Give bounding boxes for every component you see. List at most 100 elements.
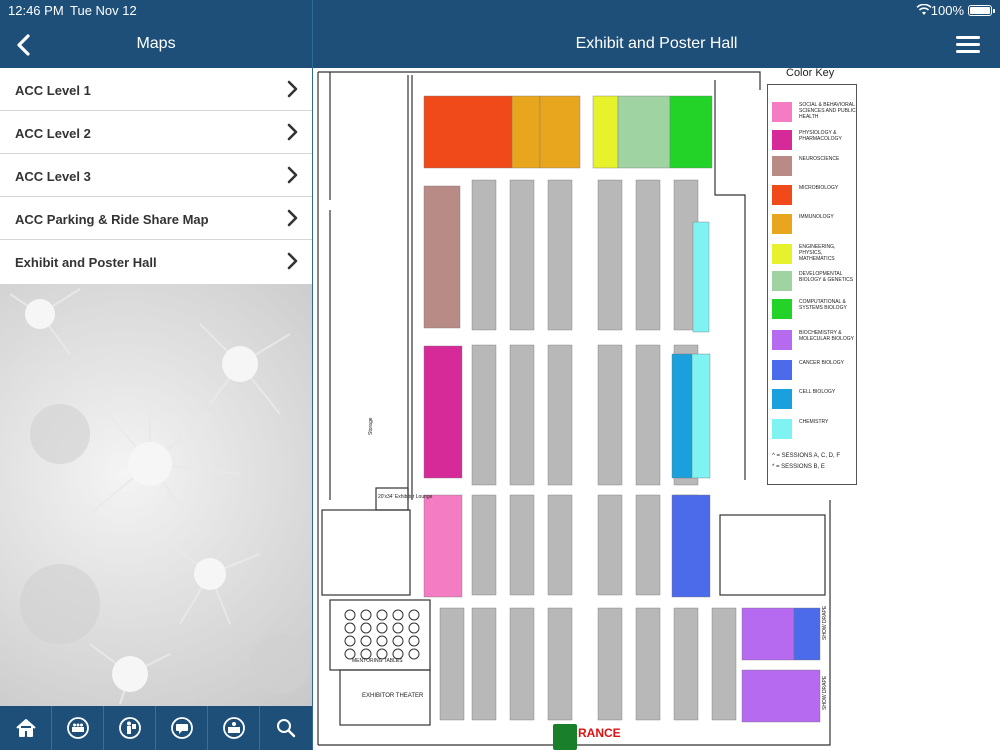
poster-block xyxy=(691,353,711,479)
legend-label: CHEMISTRY xyxy=(799,419,829,425)
legend-label: NEUROSCIENCE xyxy=(799,156,840,162)
legend-note: ^ = SESSIONS A, C, D, F xyxy=(772,453,841,459)
map-list: ACC Level 1 ACC Level 2 ACC Level 3 ACC … xyxy=(0,68,312,283)
map-item-acc-level-1[interactable]: ACC Level 1 xyxy=(0,68,312,111)
status-bar: 12:46 PM Tue Nov 12 100% xyxy=(0,0,1000,22)
floor-plan-map[interactable]: MENTORING TABLES EXHIBITOR THEATER 20'x3… xyxy=(313,68,1000,750)
booth-block xyxy=(547,607,573,721)
mentoring-table xyxy=(392,622,404,634)
search-button[interactable] xyxy=(260,706,312,750)
cell-background-image xyxy=(0,284,312,706)
mentoring-tables xyxy=(344,609,420,660)
booth-block xyxy=(439,607,465,721)
poster-block xyxy=(511,95,541,169)
exhibitor-theater-label: EXHIBITOR THEATER xyxy=(362,693,424,699)
bottom-toolbar xyxy=(0,706,312,750)
poster-block xyxy=(669,95,713,169)
poster-block xyxy=(539,95,581,169)
wifi-icon xyxy=(916,4,932,15)
poster-block xyxy=(423,345,463,479)
maps-title: Maps xyxy=(136,35,176,52)
storage-label: Storage xyxy=(368,417,374,435)
map-item-exhibit-hall[interactable]: Exhibit and Poster Hall xyxy=(0,240,312,283)
mentoring-table xyxy=(360,635,372,647)
booth-block xyxy=(597,607,623,721)
mentoring-table xyxy=(376,609,388,621)
booth-block xyxy=(635,494,661,596)
mentoring-table xyxy=(376,622,388,634)
booth-block xyxy=(471,494,497,596)
booth-block xyxy=(509,494,535,596)
legend-label: COMPUTATIONAL & SYSTEMS BIOLOGY xyxy=(799,299,847,311)
exhibitor-button[interactable] xyxy=(208,706,260,750)
poster-block xyxy=(423,95,513,169)
poster-block xyxy=(617,95,671,169)
map-item-parking[interactable]: ACC Parking & Ride Share Map xyxy=(0,197,312,240)
show-drape-label-2: SHOW DRAPE xyxy=(822,675,828,710)
legend-note: * = SESSIONS B, E xyxy=(772,464,825,470)
floor-plan-drawing: MENTORING TABLES EXHIBITOR THEATER 20'x3… xyxy=(317,71,831,746)
poster-block xyxy=(692,221,710,333)
legend-swatch xyxy=(772,185,792,205)
map-item-acc-level-2[interactable]: ACC Level 2 xyxy=(0,111,312,154)
chevron-right-icon xyxy=(287,123,298,141)
battery-icon xyxy=(968,5,995,16)
poster-block xyxy=(741,607,795,661)
legend-label: SOCIAL & BEHAVIORAL SCIENCES AND PUBLIC … xyxy=(799,102,856,120)
meetings-icon xyxy=(66,717,89,739)
battery-percent: 100% xyxy=(930,3,964,18)
map-detail-title: Exhibit and Poster Hall xyxy=(575,35,738,52)
color-key-legend: SOCIAL & BEHAVIORAL SCIENCES AND PUBLIC … xyxy=(767,84,857,485)
color-key-title: Color Key xyxy=(786,67,835,79)
legend-label: DEVELOPMENTAL BIOLOGY & GENETICS xyxy=(799,271,854,283)
booth-block xyxy=(471,607,497,721)
poster-block xyxy=(423,494,463,598)
chevron-right-icon xyxy=(287,166,298,184)
message-button[interactable] xyxy=(156,706,208,750)
legend-label: ENGINEERING, PHYSICS, MATHEMATICS xyxy=(799,244,836,262)
booth-block xyxy=(597,344,623,486)
mentoring-table xyxy=(344,622,356,634)
map-detail-header: Exhibit and Poster Hall xyxy=(313,22,1000,68)
booth-block xyxy=(547,179,573,331)
map-item-label: ACC Level 3 xyxy=(15,169,91,184)
entrance-label: RANCE xyxy=(578,726,621,740)
booth-block xyxy=(471,179,497,331)
message-icon xyxy=(170,717,193,739)
legend-label: IMMUNOLOGY xyxy=(799,214,834,220)
home-button[interactable] xyxy=(0,706,52,750)
chevron-right-icon xyxy=(287,80,298,98)
legend-swatch xyxy=(772,389,792,409)
search-icon xyxy=(277,719,296,738)
poster-block xyxy=(671,353,693,479)
legend-swatch xyxy=(772,271,792,291)
booth-block xyxy=(509,607,535,721)
legend-swatch xyxy=(772,156,792,176)
presenter-icon xyxy=(118,717,141,739)
legend-swatch xyxy=(772,360,792,380)
exhibitor-icon xyxy=(222,717,245,739)
presenter-button[interactable] xyxy=(104,706,156,750)
booth-block xyxy=(509,344,535,486)
mentoring-table xyxy=(376,635,388,647)
map-item-label: ACC Level 1 xyxy=(15,83,91,98)
mentoring-table xyxy=(344,609,356,621)
status-date: Tue Nov 12 xyxy=(70,3,137,18)
legend-label: CANCER BIOLOGY xyxy=(799,360,845,366)
booth-block xyxy=(635,607,661,721)
booth-block xyxy=(509,179,535,331)
mentoring-table xyxy=(408,648,420,660)
mentoring-table xyxy=(408,609,420,621)
show-drape-label-1: SHOW DRAPE xyxy=(822,605,828,640)
meetings-button[interactable] xyxy=(52,706,104,750)
poster-block xyxy=(671,494,711,598)
booth-block xyxy=(597,179,623,331)
map-item-acc-level-3[interactable]: ACC Level 3 xyxy=(0,154,312,197)
maps-header: Maps xyxy=(0,22,312,68)
mentoring-table xyxy=(360,622,372,634)
map-item-label: ACC Level 2 xyxy=(15,126,91,141)
legend-label: CELL BIOLOGY xyxy=(799,389,836,395)
hamburger-menu-icon[interactable] xyxy=(956,36,980,54)
legend-swatch xyxy=(772,419,792,439)
legend-swatch xyxy=(772,214,792,234)
